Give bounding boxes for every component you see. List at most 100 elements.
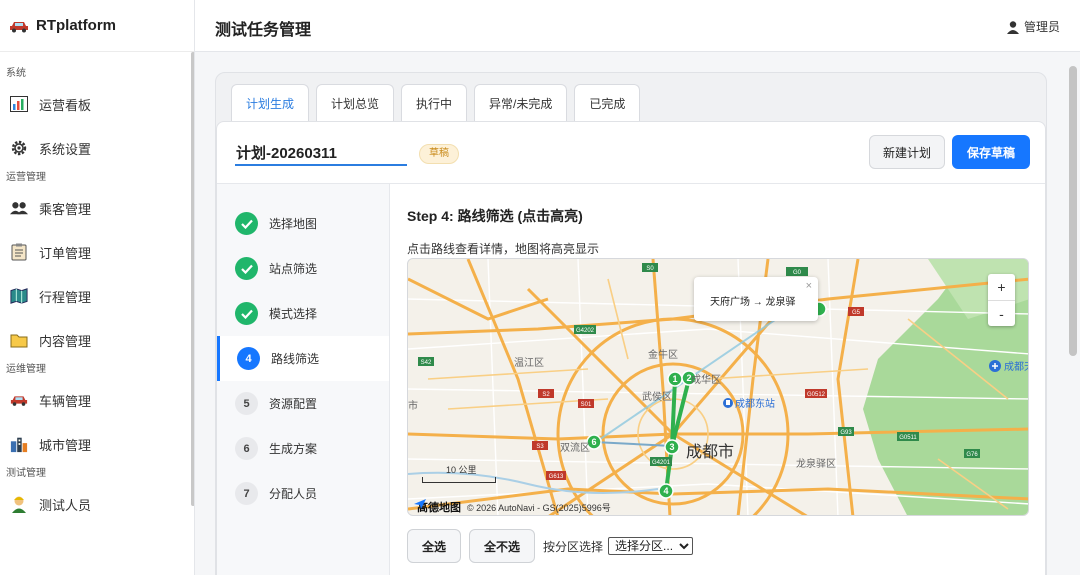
task-panel: 计划生成 计划总览 执行中 异常/未完成 已完成 草稿 新建计划 保存草稿 选择… [215,72,1047,575]
svg-text:G93: G93 [840,430,852,436]
sidebar-item-label: 乘客管理 [39,201,92,217]
step-title: Step 4: 路线筛选 (点击高亮) [407,208,583,224]
step-station-filter[interactable]: 站点筛选 [217,246,389,291]
plan-name-input[interactable] [235,140,407,166]
tab-completed[interactable]: 已完成 [574,84,641,121]
step-label: 选择地图 [269,217,318,231]
route-popup: 天府广场 → 龙泉驿 × [694,277,818,321]
zoom-in-button[interactable]: + [988,274,1015,300]
step-assign-staff[interactable]: 7 分配人员 [217,471,389,516]
close-icon[interactable]: × [806,280,812,292]
person-icon [10,495,28,513]
place-label: 成华区 [691,373,721,386]
svg-text:G0511: G0511 [899,435,917,441]
sidebar-item-settings[interactable]: 系统设置 [0,126,194,170]
svg-text:S42: S42 [421,360,432,366]
zoom-out-button[interactable]: - [988,300,1015,326]
step-number: 5 [235,392,258,415]
sidebar-item-label: 车辆管理 [39,393,92,409]
svg-text:G4202: G4202 [576,328,595,334]
svg-text:S2: S2 [542,392,550,398]
sidebar-item-trips[interactable]: 行程管理 [0,274,194,318]
sidebar-item-label: 内容管理 [39,333,92,349]
place-label: 金牛区 [648,348,678,361]
step-generate-plan[interactable]: 6 生成方案 [217,426,389,471]
sidebar-item-label: 城市管理 [39,437,92,453]
svg-text:S01: S01 [581,402,592,408]
sidebar-item-vehicles[interactable]: 车辆管理 [0,378,194,422]
popup-text: 天府广场 → 龙泉驿 [710,297,796,308]
step-label: 生成方案 [269,442,318,456]
step-label: 路线筛选 [271,352,320,366]
select-none-button[interactable]: 全不选 [469,529,536,563]
main-scrollbar[interactable] [1069,66,1077,356]
gear-icon [10,139,28,157]
nav-group-system: 系统 [6,68,26,79]
sidebar-item-label: 系统设置 [39,141,92,157]
svg-text:G0512: G0512 [807,392,826,398]
user-menu[interactable]: 管理员 [1006,18,1060,35]
step-route-filter[interactable]: 4 路线筛选 [217,336,389,381]
check-icon [235,257,258,280]
save-draft-button[interactable]: 保存草稿 [952,135,1030,169]
tab-plan-generate[interactable]: 计划生成 [231,84,310,121]
sidebar-item-label: 运营看板 [39,97,92,113]
step-label: 资源配置 [269,397,318,411]
place-label: 成都市 [686,443,734,461]
route-map[interactable]: 1 2 3 4 6 S0 G0 G4202 G4201 G0511 S42 S0… [407,258,1029,516]
tab-bar: 计划生成 计划总览 执行中 异常/未完成 已完成 [231,84,641,121]
sidebar-item-testers[interactable]: 测试人员 [0,482,194,526]
tab-executing[interactable]: 执行中 [401,84,468,121]
sidebar-item-cities[interactable]: 城市管理 [0,422,194,466]
sidebar-scrollbar[interactable] [191,52,194,506]
nav-group-operations: 运营管理 [6,172,46,183]
status-badge: 草稿 [419,144,459,164]
zoom-control: + - [988,274,1015,326]
step-resource-config[interactable]: 5 资源配置 [217,381,389,426]
sidebar: RTplatform 系统 运营看板 系统设置 运营管理 乘客管理 订单管理 行… [0,0,195,575]
place-label: 武侯区 [642,390,672,403]
new-plan-button[interactable]: 新建计划 [869,135,945,169]
marker-label: 3 [669,442,674,452]
check-icon [235,302,258,325]
step-number: 6 [235,437,258,460]
scale-label: 10 公里 [446,465,477,475]
airport-icon [989,360,1001,372]
car-icon [8,15,30,37]
attribution-text: © 2026 AutoNavi - GS(2025)5996号 [467,502,611,513]
chart-icon [10,95,28,113]
select-all-button[interactable]: 全选 [407,529,462,563]
step-number: 7 [235,482,258,505]
top-header: 测试任务管理 管理员 [195,0,1080,52]
tab-plan-overview[interactable]: 计划总览 [316,84,395,121]
district-label: 按分区选择 [543,539,604,554]
tab-abnormal[interactable]: 异常/未完成 [474,84,568,121]
place-label: 双流区 [560,441,590,454]
step-mode-select[interactable]: 模式选择 [217,291,389,336]
sidebar-item-dashboard[interactable]: 运营看板 [0,82,194,126]
svg-text:G613: G613 [549,474,564,480]
step-select-map[interactable]: 选择地图 [217,201,389,246]
train-station-icon [723,398,733,408]
sidebar-item-label: 行程管理 [39,289,92,305]
sidebar-item-orders[interactable]: 订单管理 [0,230,194,274]
brand-name: RTplatform [36,17,116,34]
marker-label: 6 [591,437,596,447]
step-hint: 点击路线查看详情，地图将高亮显示 [407,242,600,256]
sidebar-item-content[interactable]: 内容管理 [0,318,194,362]
folder-icon [10,331,28,349]
step-label: 模式选择 [269,307,318,321]
sidebar-item-label: 测试人员 [39,497,92,513]
place-label: 成都东站 [735,397,775,410]
nav-group-maintenance: 运维管理 [6,364,46,375]
car-icon [10,391,28,409]
sidebar-item-passengers[interactable]: 乘客管理 [0,186,194,230]
city-icon [10,435,28,453]
svg-text:G0: G0 [793,270,802,276]
users-icon [10,199,28,217]
brand[interactable]: RTplatform [0,0,194,52]
district-select[interactable]: 选择分区... [608,537,694,555]
svg-text:S0: S0 [646,266,654,272]
map-attribution: 高德地图 © 2026 AutoNavi - GS(2025)5996号 [414,499,611,515]
page-title: 测试任务管理 [215,22,312,39]
